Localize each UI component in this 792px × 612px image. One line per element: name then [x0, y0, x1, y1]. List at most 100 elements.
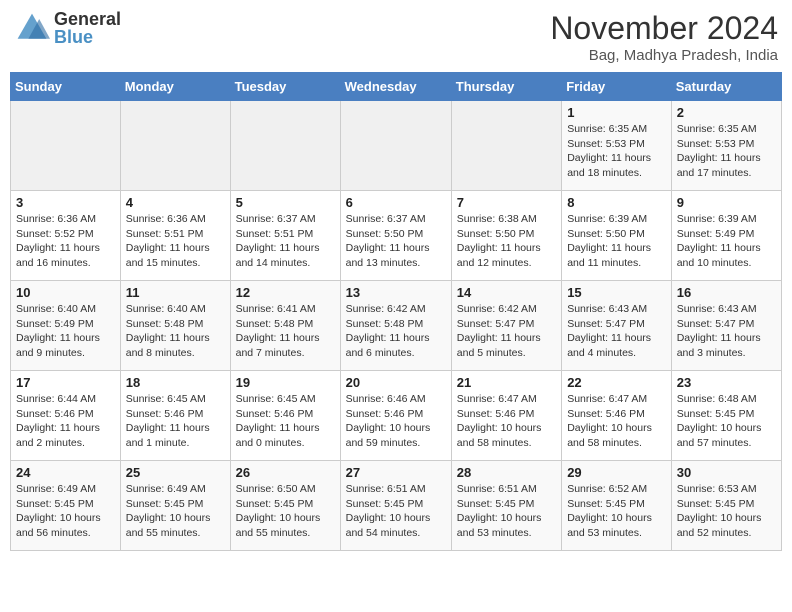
day-info: Sunrise: 6:42 AMSunset: 5:47 PMDaylight:… [457, 302, 556, 361]
logo-icon [14, 10, 50, 46]
calendar-cell: 30Sunrise: 6:53 AMSunset: 5:45 PMDayligh… [671, 461, 781, 551]
day-number: 26 [236, 465, 335, 480]
day-info: Sunrise: 6:45 AMSunset: 5:46 PMDaylight:… [126, 392, 225, 451]
day-info: Sunrise: 6:51 AMSunset: 5:45 PMDaylight:… [457, 482, 556, 541]
day-info: Sunrise: 6:39 AMSunset: 5:49 PMDaylight:… [677, 212, 776, 271]
logo: General Blue [14, 10, 121, 46]
calendar-cell: 3 Sunrise: 6:36 AMSunset: 5:52 PMDaylight… [11, 191, 121, 281]
calendar-header: SundayMondayTuesdayWednesdayThursdayFrid… [11, 73, 782, 101]
logo-line1: General [54, 10, 121, 28]
location: Bag, Madhya Pradesh, India [550, 47, 778, 64]
day-info: Sunrise: 6:49 AMSunset: 5:45 PMDaylight:… [16, 482, 115, 541]
weekday-header-saturday: Saturday [671, 73, 781, 101]
day-number: 10 [16, 285, 115, 300]
day-number: 21 [457, 375, 556, 390]
day-info: Sunrise: 6:43 AMSunset: 5:47 PMDaylight:… [677, 302, 776, 361]
day-number: 5 [236, 195, 335, 210]
calendar-week-3: 10 Sunrise: 6:40 AMSunset: 5:49 PMDayligh… [11, 281, 782, 371]
calendar-cell: 20 Sunrise: 6:46 AMSunset: 5:46 PMDayligh… [340, 371, 451, 461]
day-number: 23 [677, 375, 776, 390]
calendar-cell: 10 Sunrise: 6:40 AMSunset: 5:49 PMDayligh… [11, 281, 121, 371]
day-info: Sunrise: 6:50 AMSunset: 5:45 PMDaylight:… [236, 482, 335, 541]
calendar-week-2: 3 Sunrise: 6:36 AMSunset: 5:52 PMDaylight… [11, 191, 782, 281]
day-number: 28 [457, 465, 556, 480]
calendar-cell: 13Sunrise: 6:42 AMSunset: 5:48 PMDayligh… [340, 281, 451, 371]
day-info: Sunrise: 6:37 AMSunset: 5:50 PMDaylight:… [346, 212, 446, 271]
calendar-cell: 9 Sunrise: 6:39 AMSunset: 5:49 PMDaylight… [671, 191, 781, 281]
weekday-header-friday: Friday [562, 73, 672, 101]
calendar-cell: 4Sunrise: 6:36 AMSunset: 5:51 PMDaylight… [120, 191, 230, 281]
day-info: Sunrise: 6:36 AMSunset: 5:52 PMDaylight:… [16, 212, 115, 271]
calendar-cell: 23Sunrise: 6:48 AMSunset: 5:45 PMDayligh… [671, 371, 781, 461]
day-number: 17 [16, 375, 115, 390]
day-info: Sunrise: 6:39 AMSunset: 5:50 PMDaylight:… [567, 212, 666, 271]
page-header: General Blue November 2024 Bag, Madhya P… [10, 10, 782, 64]
day-number: 16 [677, 285, 776, 300]
calendar-cell: 22 Sunrise: 6:47 AMSunset: 5:46 PMDayligh… [562, 371, 672, 461]
day-number: 1 [567, 105, 666, 120]
calendar-cell: 18Sunrise: 6:45 AMSunset: 5:46 PMDayligh… [120, 371, 230, 461]
day-info: Sunrise: 6:47 AMSunset: 5:46 PMDaylight:… [567, 392, 666, 451]
calendar-body: 1 Sunrise: 6:35 AMSunset: 5:53 PMDaylight… [11, 101, 782, 551]
calendar-cell [230, 101, 340, 191]
weekday-header-sunday: Sunday [11, 73, 121, 101]
day-number: 9 [677, 195, 776, 210]
calendar-cell: 27 Sunrise: 6:51 AMSunset: 5:45 PMDayligh… [340, 461, 451, 551]
day-number: 13 [346, 285, 446, 300]
day-number: 15 [567, 285, 666, 300]
day-info: Sunrise: 6:35 AMSunset: 5:53 PMDaylight:… [677, 122, 776, 181]
day-info: Sunrise: 6:51 AMSunset: 5:45 PMDaylight:… [346, 482, 446, 541]
calendar-cell: 21 Sunrise: 6:47 AMSunset: 5:46 PMDayligh… [451, 371, 561, 461]
calendar-cell [340, 101, 451, 191]
weekday-header-wednesday: Wednesday [340, 73, 451, 101]
calendar-cell: 2 Sunrise: 6:35 AMSunset: 5:53 PMDaylight… [671, 101, 781, 191]
calendar-cell: 25Sunrise: 6:49 AMSunset: 5:45 PMDayligh… [120, 461, 230, 551]
logo-text: General Blue [54, 10, 121, 46]
day-number: 14 [457, 285, 556, 300]
weekday-header-row: SundayMondayTuesdayWednesdayThursdayFrid… [11, 73, 782, 101]
calendar-cell: 24 Sunrise: 6:49 AMSunset: 5:45 PMDayligh… [11, 461, 121, 551]
day-info: Sunrise: 6:52 AMSunset: 5:45 PMDaylight:… [567, 482, 666, 541]
day-info: Sunrise: 6:38 AMSunset: 5:50 PMDaylight:… [457, 212, 556, 271]
day-number: 3 [16, 195, 115, 210]
day-info: Sunrise: 6:40 AMSunset: 5:49 PMDaylight:… [16, 302, 115, 361]
day-number: 7 [457, 195, 556, 210]
title-block: November 2024 Bag, Madhya Pradesh, India [550, 10, 778, 64]
day-number: 27 [346, 465, 446, 480]
calendar-cell: 16 Sunrise: 6:43 AMSunset: 5:47 PMDayligh… [671, 281, 781, 371]
day-info: Sunrise: 6:45 AMSunset: 5:46 PMDaylight:… [236, 392, 335, 451]
calendar-cell: 26 Sunrise: 6:50 AMSunset: 5:45 PMDayligh… [230, 461, 340, 551]
day-info: Sunrise: 6:40 AMSunset: 5:48 PMDaylight:… [126, 302, 225, 361]
calendar-cell: 29 Sunrise: 6:52 AMSunset: 5:45 PMDayligh… [562, 461, 672, 551]
weekday-header-tuesday: Tuesday [230, 73, 340, 101]
day-info: Sunrise: 6:44 AMSunset: 5:46 PMDaylight:… [16, 392, 115, 451]
calendar-cell: 7 Sunrise: 6:38 AMSunset: 5:50 PMDaylight… [451, 191, 561, 281]
day-number: 22 [567, 375, 666, 390]
calendar-cell: 11Sunrise: 6:40 AMSunset: 5:48 PMDayligh… [120, 281, 230, 371]
day-number: 24 [16, 465, 115, 480]
day-info: Sunrise: 6:35 AMSunset: 5:53 PMDaylight:… [567, 122, 666, 181]
day-info: Sunrise: 6:47 AMSunset: 5:46 PMDaylight:… [457, 392, 556, 451]
day-info: Sunrise: 6:53 AMSunset: 5:45 PMDaylight:… [677, 482, 776, 541]
calendar-cell: 28 Sunrise: 6:51 AMSunset: 5:45 PMDayligh… [451, 461, 561, 551]
day-number: 20 [346, 375, 446, 390]
day-number: 25 [126, 465, 225, 480]
calendar-cell: 14 Sunrise: 6:42 AMSunset: 5:47 PMDayligh… [451, 281, 561, 371]
day-info: Sunrise: 6:36 AMSunset: 5:51 PMDaylight:… [126, 212, 225, 271]
day-number: 8 [567, 195, 666, 210]
day-number: 19 [236, 375, 335, 390]
day-number: 12 [236, 285, 335, 300]
month-title: November 2024 [550, 10, 778, 47]
calendar-cell [11, 101, 121, 191]
calendar-cell [451, 101, 561, 191]
day-info: Sunrise: 6:46 AMSunset: 5:46 PMDaylight:… [346, 392, 446, 451]
calendar-cell: 15 Sunrise: 6:43 AMSunset: 5:47 PMDayligh… [562, 281, 672, 371]
calendar-week-4: 17 Sunrise: 6:44 AMSunset: 5:46 PMDayligh… [11, 371, 782, 461]
day-info: Sunrise: 6:43 AMSunset: 5:47 PMDaylight:… [567, 302, 666, 361]
calendar-cell: 12Sunrise: 6:41 AMSunset: 5:48 PMDayligh… [230, 281, 340, 371]
day-number: 29 [567, 465, 666, 480]
day-number: 2 [677, 105, 776, 120]
day-number: 6 [346, 195, 446, 210]
calendar-cell: 1 Sunrise: 6:35 AMSunset: 5:53 PMDaylight… [562, 101, 672, 191]
calendar-cell: 5Sunrise: 6:37 AMSunset: 5:51 PMDaylight… [230, 191, 340, 281]
